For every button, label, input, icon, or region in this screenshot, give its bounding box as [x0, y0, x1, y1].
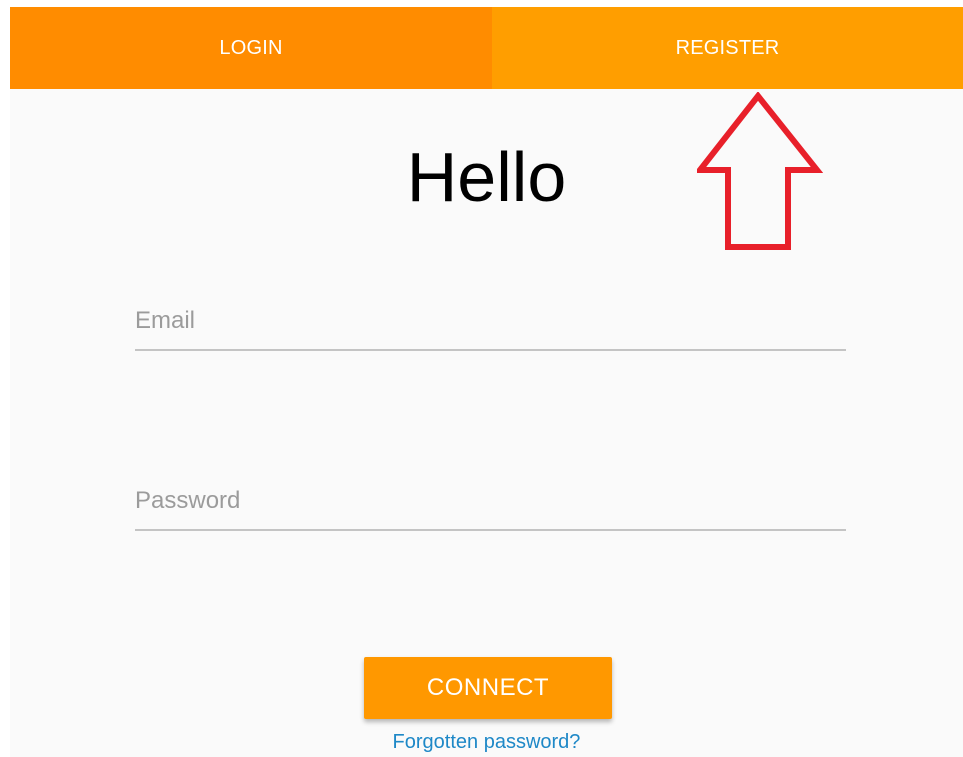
email-field[interactable] — [135, 307, 846, 351]
email-field-wrapper — [135, 307, 846, 351]
password-field[interactable] — [135, 487, 846, 531]
tab-register-label: REGISTER — [675, 36, 780, 59]
forgot-password-link[interactable]: Forgotten password? — [10, 731, 963, 754]
login-screen: LOGIN REGISTER Hello CONNECT Forgotten p… — [10, 7, 963, 757]
tab-login-label: LOGIN — [219, 36, 283, 59]
auth-tabs: LOGIN REGISTER — [10, 7, 963, 89]
arrow-up-icon — [697, 92, 823, 250]
tab-login[interactable]: LOGIN — [10, 7, 492, 89]
connect-button[interactable]: CONNECT — [364, 657, 612, 719]
tab-register[interactable]: REGISTER — [492, 7, 963, 89]
password-field-wrapper — [135, 487, 846, 531]
